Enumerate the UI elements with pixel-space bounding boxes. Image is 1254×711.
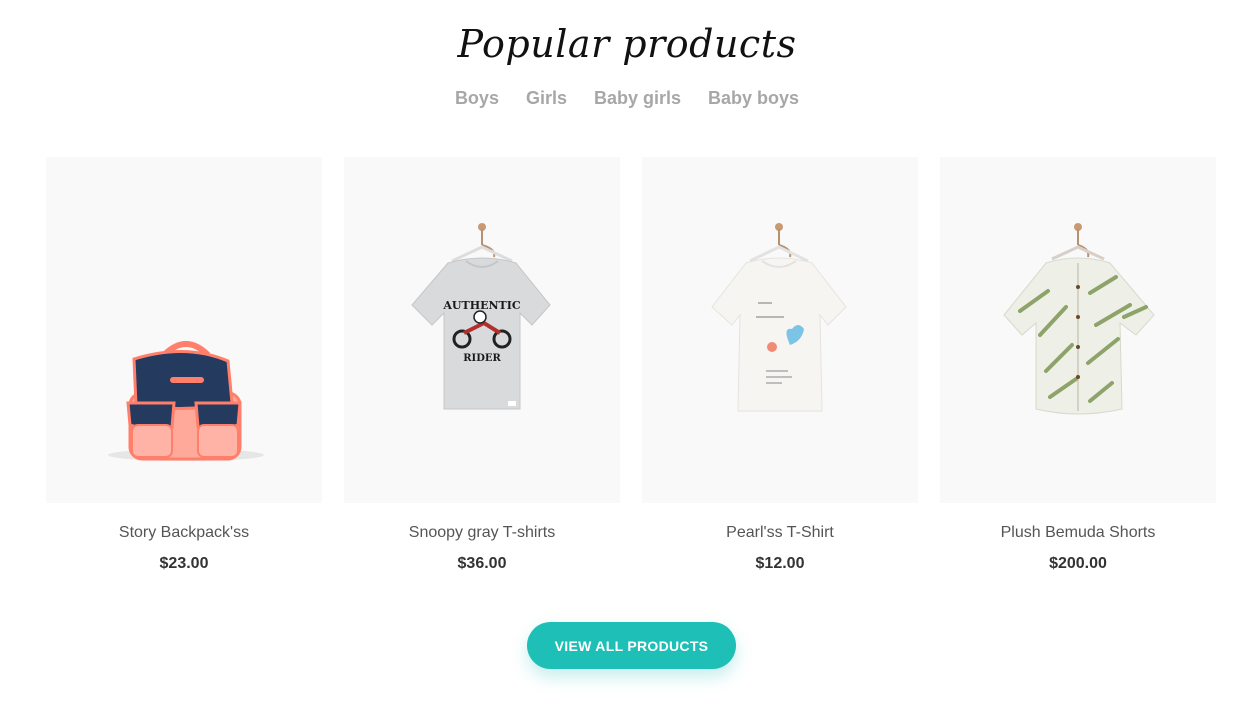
product-name[interactable]: Snoopy gray T-shirts: [344, 523, 620, 543]
tab-baby-boys[interactable]: Baby boys: [708, 86, 799, 110]
product-name[interactable]: Plush Bemuda Shorts: [940, 523, 1216, 543]
print-authentic-text: AUTHENTIC: [442, 299, 520, 312]
product-image-white-tshirt[interactable]: [642, 157, 918, 503]
palm-shirt-illustration: [1003, 223, 1155, 415]
tab-baby-girls[interactable]: Baby girls: [594, 86, 681, 110]
product-image-backpack[interactable]: [46, 157, 322, 503]
product-card: AUTHENTIC RIDER Snoopy gray T-shirts $36…: [344, 157, 620, 574]
product-price: $36.00: [457, 555, 507, 572]
print-rider-text: RIDER: [463, 353, 501, 364]
category-tabs: Boys Girls Baby girls Baby boys: [0, 86, 1254, 110]
product-card: Plush Bemuda Shorts $200.00: [940, 157, 1216, 574]
product-card: Story Backpack'ss $23.00: [46, 157, 322, 574]
product-price: $12.00: [755, 555, 805, 572]
product-name[interactable]: Story Backpack'ss: [46, 523, 322, 543]
product-grid: Story Backpack'ss $23.00 AUTHENTIC RIDER…: [46, 157, 1216, 574]
product-image-gray-tshirt[interactable]: AUTHENTIC RIDER: [344, 157, 620, 503]
product-name[interactable]: Pearl'ss T-Shirt: [642, 523, 918, 543]
section-title: Popular products: [457, 22, 797, 66]
white-tshirt-illustration: [711, 223, 847, 412]
gray-tshirt-illustration: AUTHENTIC RIDER: [411, 223, 551, 410]
product-card: Pearl'ss T-Shirt $12.00: [642, 157, 918, 574]
product-price: $200.00: [1049, 555, 1107, 572]
tab-girls[interactable]: Girls: [526, 86, 567, 110]
tab-boys[interactable]: Boys: [455, 86, 499, 110]
backpack-illustration: [108, 341, 264, 461]
product-image-palm-shirt[interactable]: [940, 157, 1216, 503]
product-price: $23.00: [159, 555, 209, 572]
view-all-products-button[interactable]: VIEW ALL PRODUCTS: [527, 622, 736, 669]
